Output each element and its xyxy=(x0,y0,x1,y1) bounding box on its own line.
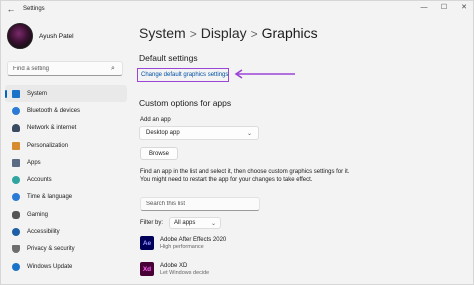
list-search-box[interactable] xyxy=(140,197,260,211)
sidebar: Ayush Patel ⌕ System Bluetooth & devices… xyxy=(1,17,131,285)
chevron-down-icon: ⌄ xyxy=(210,221,217,227)
settings-window: ← Settings — ☐ ✕ Ayush Patel ⌕ System Bl… xyxy=(0,0,474,285)
breadcrumb-display[interactable]: Display xyxy=(201,25,247,41)
sidebar-item-gaming[interactable]: Gaming xyxy=(5,206,127,223)
main-content: System > Display > Graphics Default settings… xyxy=(131,17,473,285)
list-item[interactable]: Xd Adobe XD Let Windows decide xyxy=(140,262,209,276)
update-icon xyxy=(12,262,20,271)
filter-dropdown[interactable]: All apps ⌄ xyxy=(169,217,222,229)
filter-label: Filter by: xyxy=(140,220,164,226)
avatar xyxy=(7,23,33,49)
app-badge: Ae xyxy=(142,239,152,247)
sidebar-item-label: Apps xyxy=(27,159,41,166)
filter-value: All apps xyxy=(174,220,196,226)
window-title: Settings xyxy=(23,6,45,12)
sidebar-item-label: Windows Update xyxy=(27,263,73,270)
breadcrumb-separator: > xyxy=(250,27,258,41)
default-settings-heading: Default settings xyxy=(139,53,198,63)
maximize-button[interactable]: ☐ xyxy=(439,3,449,13)
app-text: Adobe XD Let Windows decide xyxy=(160,263,209,276)
sidebar-item-label: System xyxy=(27,90,48,97)
window-controls: — ☐ ✕ xyxy=(419,3,469,13)
sidebar-item-time-language[interactable]: Time & language xyxy=(5,189,127,206)
breadcrumb-separator: > xyxy=(189,27,197,41)
brush-icon xyxy=(12,141,20,150)
accessibility-icon xyxy=(12,228,20,237)
sidebar-item-label: Accessibility xyxy=(27,229,60,236)
sidebar-item-label: Time & language xyxy=(27,194,73,201)
change-default-graphics-link[interactable]: Change default graphics settings xyxy=(137,68,229,82)
wifi-icon xyxy=(12,124,20,133)
close-button[interactable]: ✕ xyxy=(459,3,469,13)
app-name: Adobe XD xyxy=(160,262,188,269)
dropdown-value: Desktop app xyxy=(146,130,180,136)
sidebar-item-label: Bluetooth & devices xyxy=(27,107,81,114)
sidebar-item-personalization[interactable]: Personalization xyxy=(5,137,127,154)
adobe-xd-icon: Xd xyxy=(140,262,154,276)
sidebar-item-privacy[interactable]: Privacy & security xyxy=(5,241,127,258)
find-setting-search[interactable]: ⌕ xyxy=(7,61,123,76)
sidebar-item-network[interactable]: Network & internet xyxy=(5,120,127,137)
filter-row: Filter by: All apps ⌄ xyxy=(140,217,222,229)
user-name: Ayush Patel xyxy=(39,32,74,40)
list-item[interactable]: Ae Adobe After Effects 2020 High perform… xyxy=(140,236,226,250)
instructions-text: Find an app in the list and select it, t… xyxy=(140,169,350,184)
sidebar-item-apps[interactable]: Apps xyxy=(5,154,127,171)
sidebar-item-label: Privacy & security xyxy=(27,246,75,253)
app-preference: High performance xyxy=(160,243,204,250)
app-name: Adobe After Effects 2020 xyxy=(160,236,227,243)
back-arrow-icon[interactable]: ← xyxy=(5,3,17,15)
monitor-icon xyxy=(12,89,20,98)
apps-icon xyxy=(12,158,20,167)
sidebar-item-accessibility[interactable]: Accessibility xyxy=(5,223,127,240)
controller-icon xyxy=(12,210,20,219)
title-bar: ← Settings — ☐ ✕ xyxy=(1,1,473,17)
person-icon xyxy=(12,176,20,185)
page-title: Graphics xyxy=(261,25,318,41)
minimize-button[interactable]: — xyxy=(419,3,429,13)
after-effects-icon: Ae xyxy=(140,236,154,250)
breadcrumb: System > Display > Graphics xyxy=(139,25,318,41)
sidebar-item-label: Accounts xyxy=(27,177,52,184)
search-icon: ⌕ xyxy=(111,64,115,72)
chevron-down-icon: ⌄ xyxy=(246,131,252,137)
shield-icon xyxy=(12,245,20,254)
search-input[interactable] xyxy=(13,65,109,72)
list-search-input[interactable] xyxy=(146,201,246,207)
app-badge: Xd xyxy=(142,265,152,273)
highlight-arrow-icon xyxy=(234,69,295,79)
app-type-dropdown[interactable]: Desktop app ⌄ xyxy=(139,126,259,140)
sidebar-item-label: Network & internet xyxy=(27,125,77,132)
sidebar-nav: System Bluetooth & devices Network & int… xyxy=(5,85,127,275)
sidebar-item-label: Gaming xyxy=(27,211,49,218)
app-preference: Let Windows decide xyxy=(160,269,210,276)
breadcrumb-system[interactable]: System xyxy=(139,25,186,41)
bluetooth-icon xyxy=(12,106,20,115)
sidebar-item-label: Personalization xyxy=(27,142,69,149)
sidebar-item-accounts[interactable]: Accounts xyxy=(5,171,127,188)
globe-clock-icon xyxy=(12,193,20,202)
sidebar-item-windows-update[interactable]: Windows Update xyxy=(5,258,127,275)
app-text: Adobe After Effects 2020 High performanc… xyxy=(160,237,226,250)
link-label: Change default graphics settings xyxy=(141,72,229,78)
browse-button[interactable]: Browse xyxy=(140,147,178,160)
add-app-label: Add an app xyxy=(140,117,171,123)
sidebar-item-bluetooth[interactable]: Bluetooth & devices xyxy=(5,102,127,119)
user-profile[interactable]: Ayush Patel xyxy=(7,23,74,49)
sidebar-item-system[interactable]: System xyxy=(5,85,127,103)
custom-options-heading: Custom options for apps xyxy=(139,98,232,108)
